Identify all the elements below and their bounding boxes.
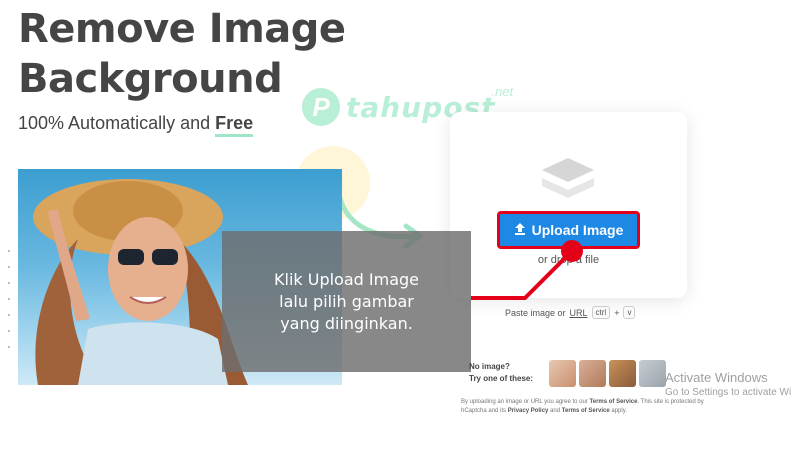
upload-button-label: Upload Image	[531, 222, 624, 238]
terms-link[interactable]: Terms of Service	[590, 399, 638, 405]
sample-images: No image? Try one of these:	[469, 360, 666, 387]
paste-url-link[interactable]: URL	[570, 308, 588, 318]
legal-part-1: By uploading an image or URL you agree t…	[461, 399, 590, 405]
legal-part-3: and	[548, 408, 562, 414]
privacy-link[interactable]: Privacy Policy	[508, 408, 549, 414]
watermark-logo-icon: P	[302, 88, 340, 126]
hero-subtitle-free: Free	[215, 113, 254, 137]
upload-image-button[interactable]: Upload Image	[497, 211, 640, 249]
kbd-ctrl: ctrl	[591, 306, 611, 319]
hero-title-line-2: Background	[18, 56, 283, 102]
activate-windows-watermark: Activate Windows Go to Settings to activ…	[665, 370, 791, 398]
hero-subtitle: 100% Automatically and Free	[18, 113, 254, 137]
activate-windows-subtitle: Go to Settings to activate Wi	[665, 387, 792, 398]
paste-row: Paste image or URL ctrl + v	[505, 306, 636, 319]
watermark-tld: .net	[491, 83, 514, 99]
legal-text: By uploading an image or URL you agree t…	[461, 398, 711, 416]
sample-thumb-people[interactable]	[579, 360, 606, 387]
upload-card[interactable]: Upload Image or drop a file	[450, 112, 687, 298]
hero-title-line-1: Remove Image	[18, 6, 346, 52]
upload-arrow-icon	[514, 222, 526, 238]
hero-title: Remove Image Background	[18, 4, 346, 104]
terms-link-2[interactable]: Terms of Service	[562, 408, 610, 414]
sample-label-line-1: No image?	[469, 362, 510, 371]
side-dots	[8, 250, 12, 362]
drop-file-text: or drop a file	[537, 254, 600, 266]
paste-text: Paste image or	[505, 307, 566, 318]
sample-thumb-car[interactable]	[639, 360, 666, 387]
activate-windows-title: Activate Windows	[665, 370, 768, 385]
sample-label-line-2: Try one of these:	[469, 374, 534, 383]
kbd-v: v	[623, 306, 636, 319]
hero-subtitle-text: 100% Automatically and	[18, 113, 216, 133]
kbd-plus: +	[614, 307, 620, 318]
sample-thumbnails	[549, 360, 666, 387]
caption-box: Klik Upload Image lalu pilih gambar yang…	[222, 231, 471, 372]
sample-thumb-food[interactable]	[609, 360, 636, 387]
sample-thumb-person[interactable]	[549, 360, 576, 387]
layers-icon	[542, 158, 594, 198]
caption-text: Klik Upload Image lalu pilih gambar yang…	[274, 269, 419, 333]
legal-part-4: apply.	[609, 408, 627, 414]
